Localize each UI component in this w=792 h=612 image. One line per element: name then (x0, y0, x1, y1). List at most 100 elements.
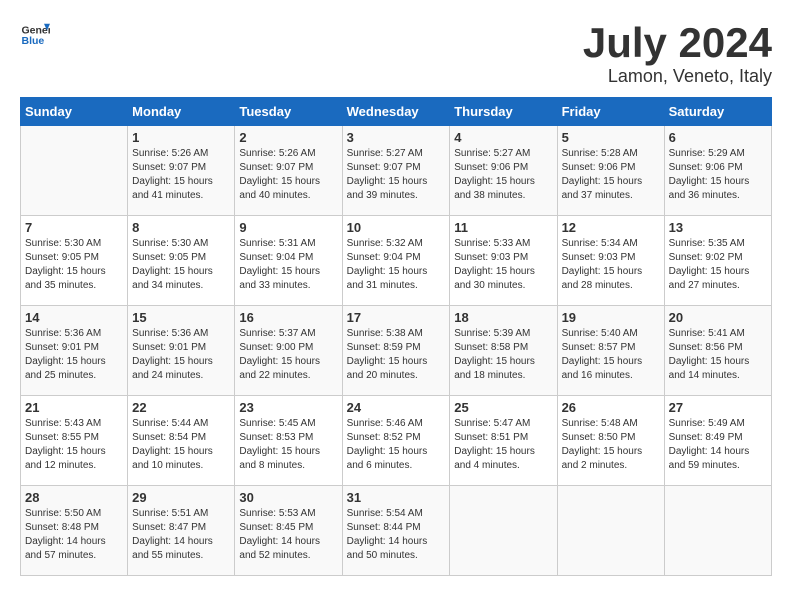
day-info: Sunrise: 5:48 AM Sunset: 8:50 PM Dayligh… (562, 417, 660, 473)
title-area: July 2024 Lamon, Veneto, Italy (583, 20, 772, 87)
day-info: Sunrise: 5:26 AM Sunset: 9:07 PM Dayligh… (239, 147, 337, 203)
day-number: 31 (347, 490, 446, 505)
logo-icon: General Blue (20, 20, 50, 50)
day-info: Sunrise: 5:37 AM Sunset: 9:00 PM Dayligh… (239, 327, 337, 383)
calendar-cell: 17 Sunrise: 5:38 AM Sunset: 8:59 PM Dayli… (342, 306, 450, 396)
calendar-cell: 22Sunrise: 5:44 AM Sunset: 8:54 PM Dayli… (128, 396, 235, 486)
calendar-week-row: 1 Sunrise: 5:26 AM Sunset: 9:07 PM Daylig… (21, 126, 772, 216)
day-info: Sunrise: 5:47 AM Sunset: 8:51 PM Dayligh… (454, 417, 552, 473)
calendar-cell: 6Sunrise: 5:29 AM Sunset: 9:06 PM Daylig… (664, 126, 771, 216)
location-title: Lamon, Veneto, Italy (583, 66, 772, 87)
day-number: 10 (347, 220, 446, 235)
calendar-week-row: 14 Sunrise: 5:36 AM Sunset: 9:01 PM Dayli… (21, 306, 772, 396)
day-number: 1 (132, 130, 230, 145)
calendar-cell: 4 Sunrise: 5:27 AM Sunset: 9:06 PM Daylig… (450, 126, 557, 216)
day-number: 23 (239, 400, 337, 415)
day-info: Sunrise: 5:50 AM Sunset: 8:48 PM Dayligh… (25, 507, 123, 563)
day-info: Sunrise: 5:39 AM Sunset: 8:58 PM Dayligh… (454, 327, 552, 383)
calendar-table: SundayMondayTuesdayWednesdayThursdayFrid… (20, 97, 772, 576)
logo: General Blue (20, 20, 50, 50)
day-info: Sunrise: 5:30 AM Sunset: 9:05 PM Dayligh… (132, 237, 230, 293)
month-title: July 2024 (583, 20, 772, 66)
calendar-cell: 19Sunrise: 5:40 AM Sunset: 8:57 PM Dayli… (557, 306, 664, 396)
day-number: 27 (669, 400, 767, 415)
day-number: 5 (562, 130, 660, 145)
day-number: 2 (239, 130, 337, 145)
day-info: Sunrise: 5:34 AM Sunset: 9:03 PM Dayligh… (562, 237, 660, 293)
day-number: 16 (239, 310, 337, 325)
calendar-cell: 10 Sunrise: 5:32 AM Sunset: 9:04 PM Dayli… (342, 216, 450, 306)
day-info: Sunrise: 5:28 AM Sunset: 9:06 PM Dayligh… (562, 147, 660, 203)
day-number: 22 (132, 400, 230, 415)
calendar-cell (664, 486, 771, 576)
calendar-week-row: 28 Sunrise: 5:50 AM Sunset: 8:48 PM Dayli… (21, 486, 772, 576)
calendar-cell: 11Sunrise: 5:33 AM Sunset: 9:03 PM Dayli… (450, 216, 557, 306)
calendar-cell: 3Sunrise: 5:27 AM Sunset: 9:07 PM Daylig… (342, 126, 450, 216)
calendar-cell: 27 Sunrise: 5:49 AM Sunset: 8:49 PM Dayli… (664, 396, 771, 486)
day-number: 25 (454, 400, 552, 415)
calendar-cell (450, 486, 557, 576)
calendar-cell: 2 Sunrise: 5:26 AM Sunset: 9:07 PM Daylig… (235, 126, 342, 216)
calendar-week-row: 21Sunrise: 5:43 AM Sunset: 8:55 PM Dayli… (21, 396, 772, 486)
calendar-cell: 23 Sunrise: 5:45 AM Sunset: 8:53 PM Dayli… (235, 396, 342, 486)
day-info: Sunrise: 5:27 AM Sunset: 9:06 PM Dayligh… (454, 147, 552, 203)
day-number: 29 (132, 490, 230, 505)
day-number: 26 (562, 400, 660, 415)
calendar-cell: 16 Sunrise: 5:37 AM Sunset: 9:00 PM Dayli… (235, 306, 342, 396)
day-number: 17 (347, 310, 446, 325)
weekday-header: Wednesday (342, 98, 450, 126)
day-info: Sunrise: 5:36 AM Sunset: 9:01 PM Dayligh… (25, 327, 123, 383)
calendar-cell: 7 Sunrise: 5:30 AM Sunset: 9:05 PM Daylig… (21, 216, 128, 306)
day-number: 9 (239, 220, 337, 235)
calendar-cell: 26 Sunrise: 5:48 AM Sunset: 8:50 PM Dayli… (557, 396, 664, 486)
calendar-cell: 1 Sunrise: 5:26 AM Sunset: 9:07 PM Daylig… (128, 126, 235, 216)
day-number: 28 (25, 490, 123, 505)
day-info: Sunrise: 5:30 AM Sunset: 9:05 PM Dayligh… (25, 237, 123, 293)
day-number: 24 (347, 400, 446, 415)
day-info: Sunrise: 5:38 AM Sunset: 8:59 PM Dayligh… (347, 327, 446, 383)
day-info: Sunrise: 5:35 AM Sunset: 9:02 PM Dayligh… (669, 237, 767, 293)
calendar-cell: 12 Sunrise: 5:34 AM Sunset: 9:03 PM Dayli… (557, 216, 664, 306)
calendar-cell: 8 Sunrise: 5:30 AM Sunset: 9:05 PM Daylig… (128, 216, 235, 306)
day-number: 15 (132, 310, 230, 325)
day-number: 21 (25, 400, 123, 415)
svg-text:Blue: Blue (22, 35, 45, 47)
day-number: 13 (669, 220, 767, 235)
calendar-cell (21, 126, 128, 216)
day-info: Sunrise: 5:31 AM Sunset: 9:04 PM Dayligh… (239, 237, 337, 293)
day-info: Sunrise: 5:46 AM Sunset: 8:52 PM Dayligh… (347, 417, 446, 473)
day-info: Sunrise: 5:54 AM Sunset: 8:44 PM Dayligh… (347, 507, 446, 563)
calendar-cell: 31 Sunrise: 5:54 AM Sunset: 8:44 PM Dayli… (342, 486, 450, 576)
weekday-header: Thursday (450, 98, 557, 126)
calendar-cell: 20 Sunrise: 5:41 AM Sunset: 8:56 PM Dayli… (664, 306, 771, 396)
weekday-header: Saturday (664, 98, 771, 126)
calendar-cell (557, 486, 664, 576)
day-number: 7 (25, 220, 123, 235)
day-info: Sunrise: 5:29 AM Sunset: 9:06 PM Dayligh… (669, 147, 767, 203)
day-info: Sunrise: 5:27 AM Sunset: 9:07 PM Dayligh… (347, 147, 446, 203)
calendar-header: SundayMondayTuesdayWednesdayThursdayFrid… (21, 98, 772, 126)
day-number: 19 (562, 310, 660, 325)
day-number: 12 (562, 220, 660, 235)
calendar-week-row: 7 Sunrise: 5:30 AM Sunset: 9:05 PM Daylig… (21, 216, 772, 306)
day-info: Sunrise: 5:41 AM Sunset: 8:56 PM Dayligh… (669, 327, 767, 383)
weekday-header: Monday (128, 98, 235, 126)
calendar-cell: 30Sunrise: 5:53 AM Sunset: 8:45 PM Dayli… (235, 486, 342, 576)
day-number: 4 (454, 130, 552, 145)
calendar-body: 1 Sunrise: 5:26 AM Sunset: 9:07 PM Daylig… (21, 126, 772, 576)
day-number: 8 (132, 220, 230, 235)
day-number: 14 (25, 310, 123, 325)
calendar-cell: 9 Sunrise: 5:31 AM Sunset: 9:04 PM Daylig… (235, 216, 342, 306)
day-number: 18 (454, 310, 552, 325)
calendar-cell: 13 Sunrise: 5:35 AM Sunset: 9:02 PM Dayli… (664, 216, 771, 306)
day-info: Sunrise: 5:45 AM Sunset: 8:53 PM Dayligh… (239, 417, 337, 473)
day-info: Sunrise: 5:26 AM Sunset: 9:07 PM Dayligh… (132, 147, 230, 203)
day-info: Sunrise: 5:33 AM Sunset: 9:03 PM Dayligh… (454, 237, 552, 293)
weekday-header: Tuesday (235, 98, 342, 126)
day-info: Sunrise: 5:32 AM Sunset: 9:04 PM Dayligh… (347, 237, 446, 293)
weekday-header: Sunday (21, 98, 128, 126)
day-info: Sunrise: 5:51 AM Sunset: 8:47 PM Dayligh… (132, 507, 230, 563)
day-number: 20 (669, 310, 767, 325)
day-info: Sunrise: 5:49 AM Sunset: 8:49 PM Dayligh… (669, 417, 767, 473)
day-number: 30 (239, 490, 337, 505)
